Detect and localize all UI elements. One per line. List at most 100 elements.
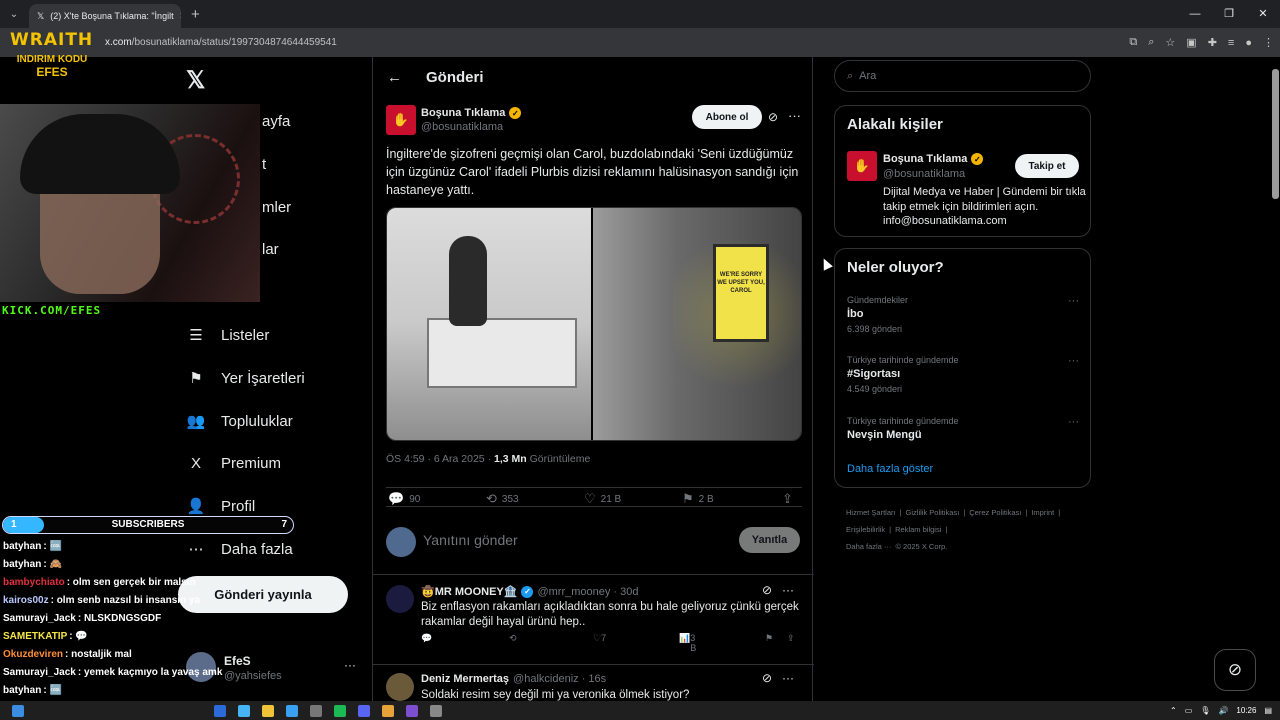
author-avatar[interactable]: ✋ — [386, 105, 416, 135]
install-app-icon[interactable]: ⧉ — [1129, 36, 1137, 49]
follow-button[interactable]: Takip et — [1015, 154, 1079, 178]
trend-item[interactable]: Türkiye tarihinde gündemde #Sigortası 4.54… — [847, 355, 1079, 394]
extension-icon[interactable]: ▣ — [1186, 36, 1196, 49]
grok-fab-button[interactable]: ⊘ — [1214, 649, 1256, 691]
chevron-up-icon[interactable]: ⌃ — [1170, 706, 1177, 715]
folder-icon[interactable] — [262, 704, 274, 717]
chat-username[interactable]: Okuzdeviren — [3, 649, 63, 660]
chrome-icon[interactable] — [382, 704, 394, 717]
puzzle-icon[interactable]: ✚ — [1208, 36, 1217, 49]
post-media[interactable]: WE'RE SORRY WE UPSET YOU, CAROL — [386, 207, 802, 441]
nav-profile[interactable]: 👤 Profil — [186, 496, 256, 516]
taskbar-app-icon[interactable] — [406, 704, 418, 717]
close-window-button[interactable]: ✕ — [1246, 0, 1280, 28]
bookmark-icon[interactable]: ⚑ — [765, 633, 773, 644]
more-dots-icon[interactable]: ··· — [344, 658, 356, 672]
nav-bookmarks[interactable]: ⚑ Yer İşaretleri — [186, 368, 304, 388]
media-icon[interactable]: ≡ — [1228, 37, 1234, 49]
taskbar-app-icon[interactable] — [214, 704, 226, 717]
more-options-icon[interactable]: ··· — [1068, 355, 1079, 367]
taskbar-app-icon[interactable] — [286, 704, 298, 717]
grok-icon[interactable]: ⊘ — [762, 671, 772, 685]
share-action[interactable]: ⇪ — [782, 491, 793, 507]
like-action[interactable]: ♡ 21 B — [584, 491, 621, 507]
footer-link[interactable]: Çerez Politikası — [969, 508, 1021, 517]
chat-username[interactable]: Samurayi_Jack — [3, 667, 76, 678]
chat-username[interactable]: SAMETKATIP — [3, 631, 67, 642]
grok-icon[interactable]: ⊘ — [762, 583, 772, 597]
bookmark-star-icon[interactable]: ☆ — [1165, 36, 1175, 49]
clock[interactable]: 10:26 — [1236, 706, 1256, 715]
footer-link[interactable]: Daha fazla ··· — [846, 542, 891, 551]
footer-link[interactable]: Hizmet Şartları — [846, 508, 896, 517]
views-action[interactable]: 📊 3 B — [679, 633, 696, 653]
footer-link[interactable]: Imprint — [1031, 508, 1054, 517]
url-field[interactable]: x.com/bosunatiklama/status/1997304874644… — [105, 37, 337, 48]
profile-icon[interactable]: ● — [1245, 37, 1252, 49]
related-name[interactable]: Boşuna Tıklama ✓ — [883, 153, 984, 165]
chat-username[interactable]: bambychiato — [3, 577, 65, 588]
share-icon[interactable]: ⇪ — [787, 633, 795, 644]
avatar[interactable] — [386, 585, 414, 613]
new-tab-button[interactable]: + — [191, 6, 200, 23]
like-action[interactable]: ♡ 7 — [593, 633, 606, 644]
back-arrow-icon[interactable]: ← — [387, 69, 402, 86]
chat-username[interactable]: kairos00z — [3, 595, 49, 606]
related-handle[interactable]: @bosunatiklama — [883, 168, 965, 180]
chat-username[interactable]: batyhan — [3, 685, 41, 696]
tab-search-icon[interactable]: ⌄ — [5, 5, 23, 23]
taskbar-app-icon[interactable] — [238, 704, 250, 717]
search-input[interactable]: ⌕ Ara — [834, 60, 1091, 92]
footer-link[interactable]: © 2025 X Corp. — [895, 542, 947, 551]
chat-username[interactable]: batyhan — [3, 541, 41, 552]
scrollbar-thumb[interactable] — [1272, 69, 1279, 199]
trend-item[interactable]: Türkiye tarihinde gündemde Nevşin Mengü ··… — [847, 416, 1079, 441]
bookmark-action[interactable]: ⚑ 2 B — [682, 491, 714, 507]
scrollbar[interactable] — [1271, 57, 1280, 707]
reply-input[interactable]: Yanıtını gönder — [423, 532, 518, 548]
volume-icon[interactable]: 🔊 — [1218, 706, 1228, 715]
chat-username[interactable]: Samurayi_Jack — [3, 613, 76, 624]
footer-link[interactable]: Erişilebilirlik — [846, 525, 885, 534]
more-options-icon[interactable]: ··· — [782, 583, 794, 597]
chat-username[interactable]: batyhan — [3, 559, 41, 570]
author-handle[interactable]: @bosunatiklama — [421, 121, 503, 133]
fridge-ad-image[interactable]: WE'RE SORRY WE UPSET YOU, CAROL — [593, 208, 801, 440]
menu-icon[interactable]: ⋮ — [1263, 36, 1274, 49]
reply-action[interactable]: 💬 90 — [388, 491, 420, 507]
maximize-button[interactable]: ❐ — [1212, 0, 1246, 28]
nav-premium[interactable]: X Premium — [186, 453, 281, 473]
repost-icon[interactable]: ⟲ — [509, 633, 517, 644]
more-options-icon[interactable]: ··· — [1068, 416, 1079, 428]
author-name[interactable]: Boşuna Tıklama ✓ — [421, 107, 522, 119]
reply-button[interactable]: Yanıtla — [739, 527, 800, 553]
x-logo-icon[interactable]: 𝕏 — [186, 66, 205, 95]
start-icon[interactable] — [12, 704, 24, 717]
nav-lists[interactable]: ☰ Listeler — [186, 325, 269, 345]
comment-author[interactable]: 🤠MR MOONEY🏦 ✓ @mrr_mooney · 30d — [421, 585, 639, 598]
tab-close-icon[interactable]: × — [180, 10, 181, 22]
more-options-icon[interactable]: ··· — [1068, 295, 1079, 307]
spotify-icon[interactable] — [334, 704, 346, 717]
footer-link[interactable]: Gizlilik Politikası — [906, 508, 960, 517]
taskbar-app-icon[interactable] — [358, 704, 370, 717]
subscribe-button[interactable]: Abone ol — [692, 105, 762, 129]
more-options-icon[interactable]: ··· — [788, 108, 801, 123]
show-more-link[interactable]: Daha fazla göster — [847, 463, 933, 475]
footer-link[interactable]: Reklam bilgisi — [895, 525, 941, 534]
mic-icon[interactable]: 🎙 — [1200, 706, 1210, 715]
nav-communities[interactable]: 👥 Topluluklar — [186, 411, 293, 431]
comment-author[interactable]: Deniz Mermertaş @halkcideniz · 16s — [421, 673, 606, 685]
browser-tab[interactable]: 𝕏 (2) X'te Boşuna Tıklama: "İngilt × — [29, 4, 181, 28]
hospital-room-image[interactable] — [387, 208, 592, 440]
minimize-button[interactable]: — — [1178, 0, 1212, 28]
avatar[interactable] — [386, 673, 414, 701]
network-icon[interactable]: ▭ — [1185, 706, 1193, 715]
notification-icon[interactable]: ▤ — [1264, 706, 1272, 715]
taskbar-app-icon[interactable] — [310, 704, 322, 717]
grok-icon[interactable]: ⊘ — [768, 110, 778, 124]
trend-item[interactable]: Gündemdekiler İbo 6.398 gönderi ··· — [847, 295, 1079, 334]
settings-icon[interactable] — [430, 704, 442, 717]
repost-action[interactable]: ⟲ 353 — [486, 491, 519, 507]
more-options-icon[interactable]: ··· — [782, 671, 794, 685]
